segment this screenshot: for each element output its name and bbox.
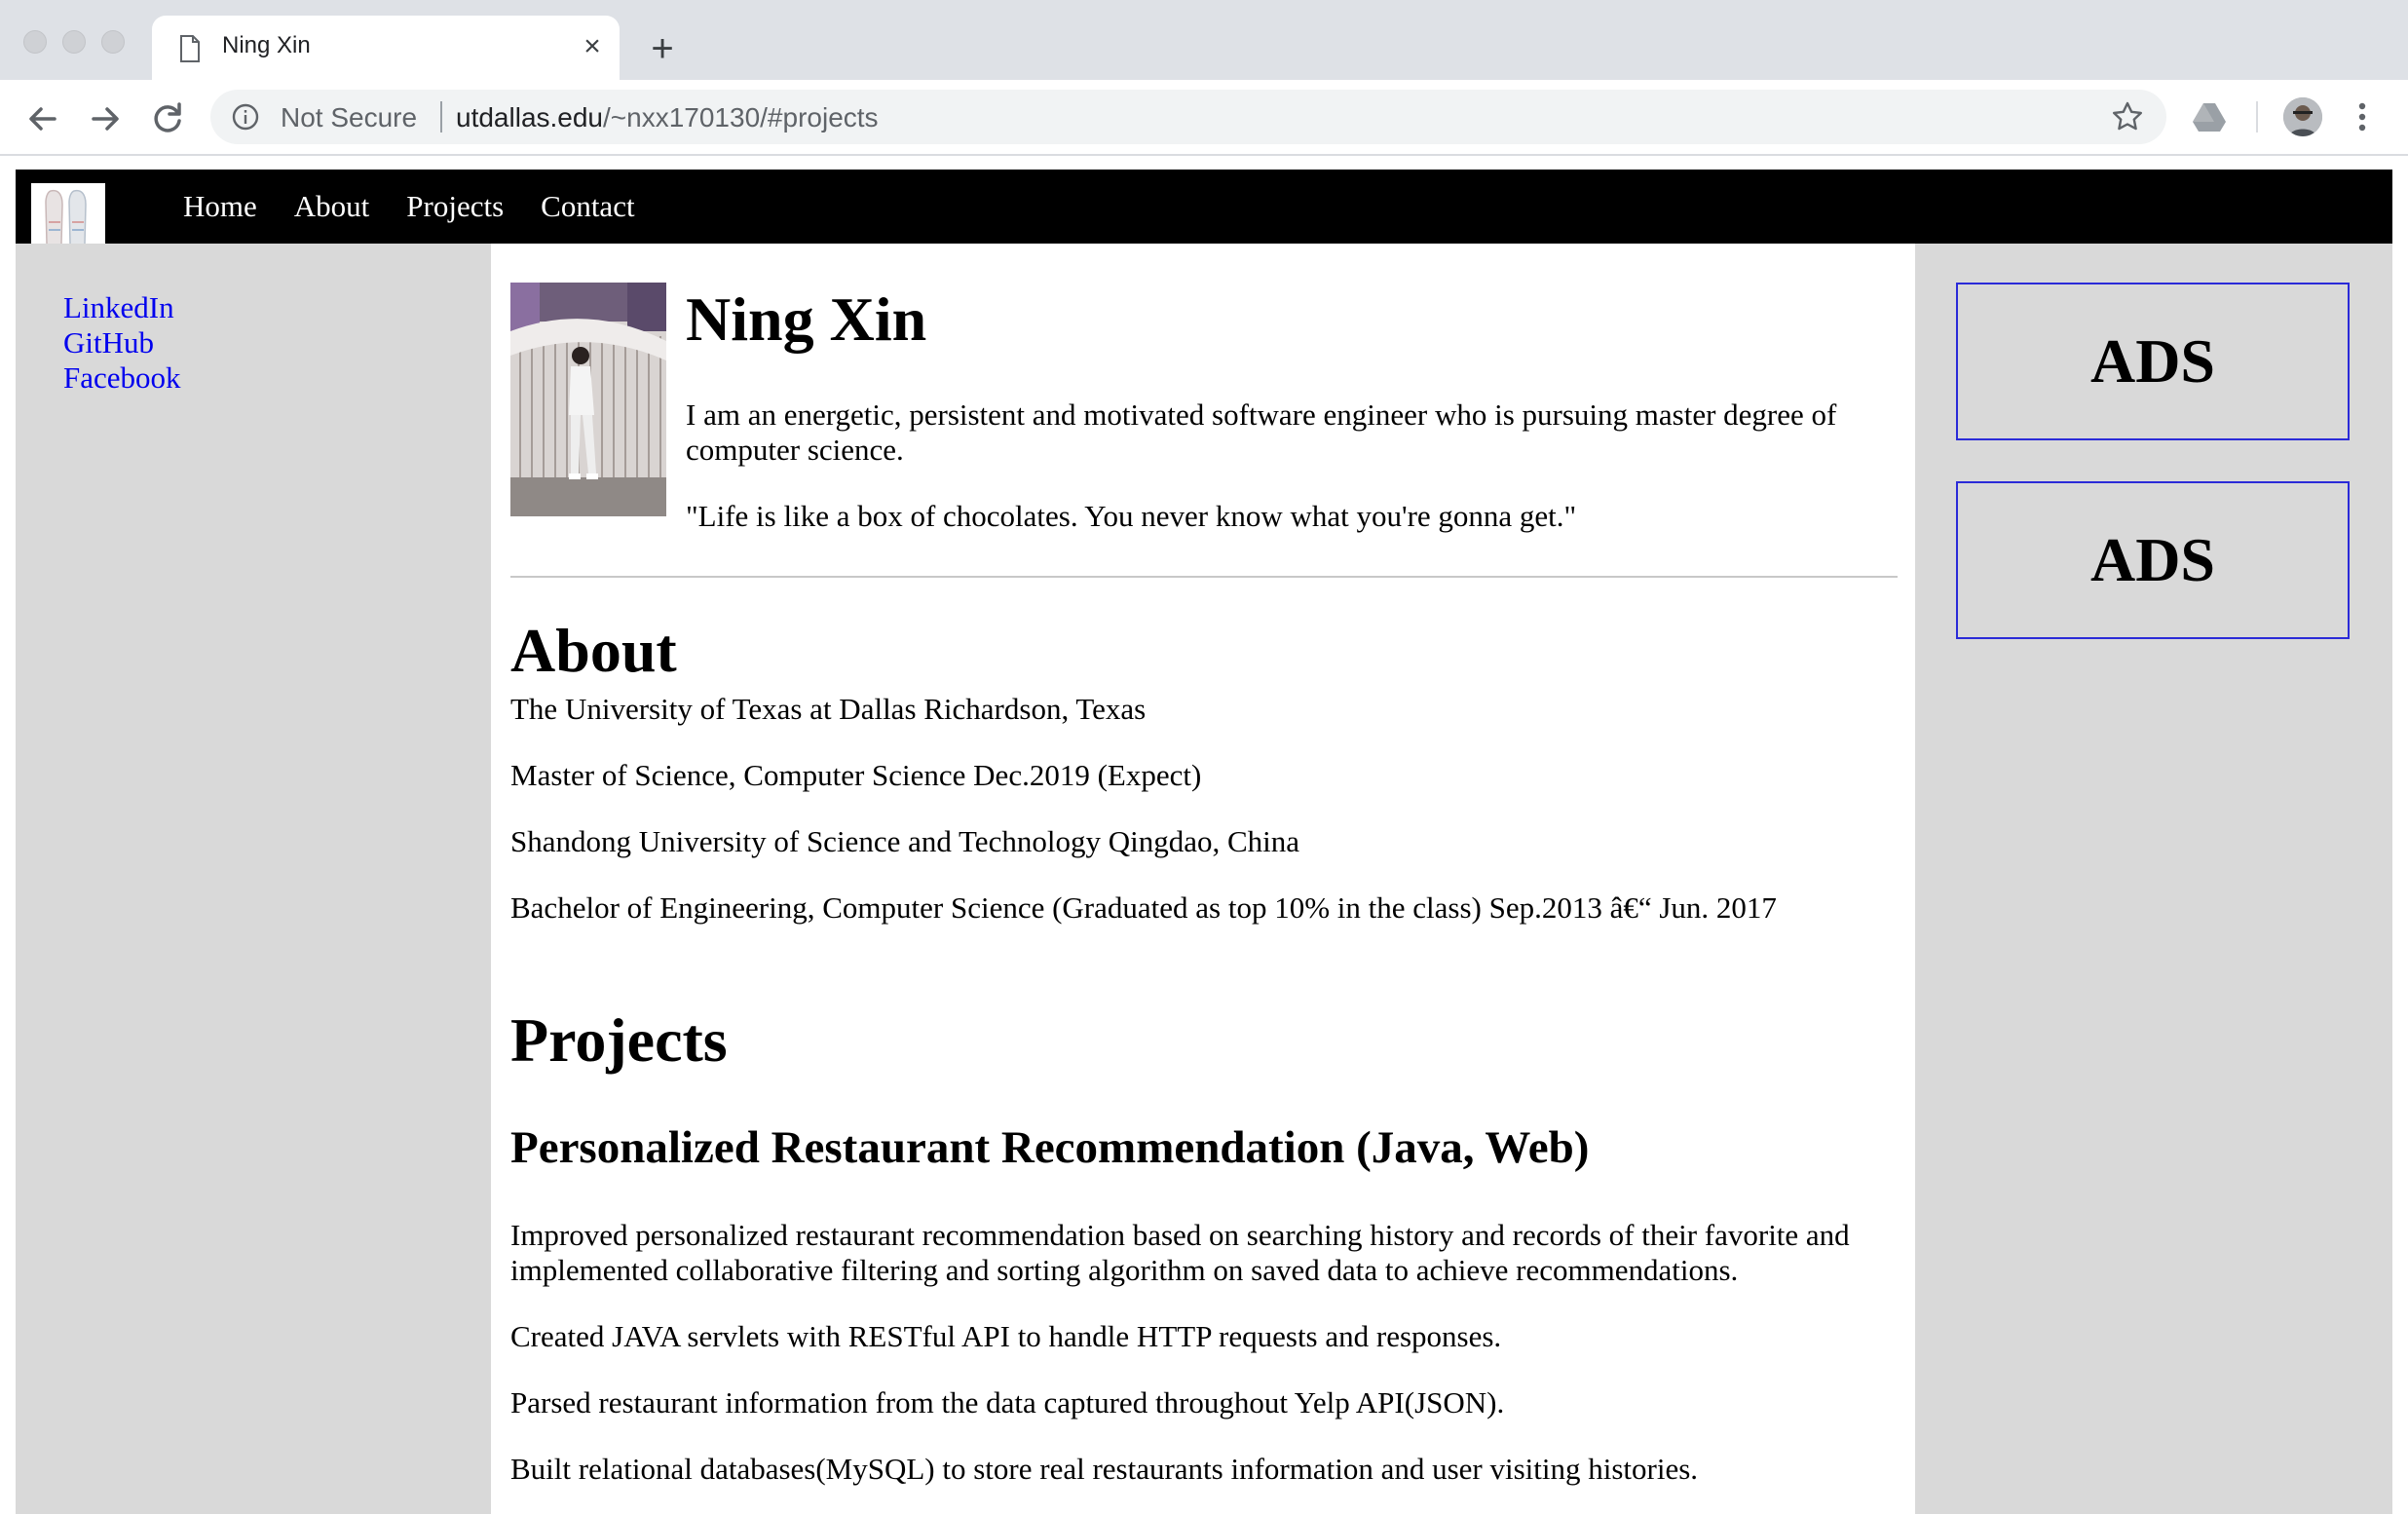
close-window-button[interactable] — [23, 30, 47, 54]
security-label: Not Secure — [281, 102, 418, 132]
nav-about[interactable]: About — [294, 187, 370, 226]
project-title: Personalized Restaurant Recommendation (… — [510, 1122, 1590, 1173]
project-description: Built relational databases(MySQL) to sto… — [510, 1452, 1699, 1486]
site-navbar: Home About Projects Contact — [16, 170, 2392, 257]
project-description: Parsed restaurant information from the d… — [510, 1385, 1505, 1419]
projects-heading: Projects — [510, 1005, 728, 1075]
project-description: Improved personalized restaurant recomme… — [510, 1218, 1850, 1287]
github-link[interactable]: GitHub — [63, 325, 181, 360]
profile-bio: I am an energetic, persistent and motiva… — [686, 397, 1837, 467]
profile-avatar[interactable] — [2283, 97, 2322, 136]
url-separator — [440, 101, 442, 132]
avatar-icon — [2283, 97, 2322, 136]
back-icon[interactable] — [19, 95, 66, 142]
bookmark-star-icon[interactable] — [2110, 99, 2145, 134]
browser-menu-icon[interactable] — [2348, 97, 2377, 136]
tab-strip: Ning Xin × + — [0, 0, 2408, 82]
maximize-window-button[interactable] — [101, 30, 125, 54]
ad-box[interactable]: ADS — [1956, 283, 2350, 440]
main-content: Ning Xin I am an energetic, persistent a… — [491, 244, 1915, 1514]
new-tab-button[interactable]: + — [639, 25, 686, 72]
url-path: /~nxx170130/#projects — [603, 102, 879, 132]
drive-extension-icon[interactable] — [2192, 99, 2227, 134]
education-line: The University of Texas at Dallas Richar… — [510, 692, 1147, 726]
profile-photo — [510, 283, 666, 516]
ad-box[interactable]: ADS — [1956, 481, 2350, 639]
profile-quote: "Life is like a box of chocolates. You n… — [686, 499, 1577, 533]
reload-icon[interactable] — [144, 95, 191, 142]
education-line: Bachelor of Engineering, Computer Scienc… — [510, 890, 1777, 925]
toolbar-divider — [2256, 101, 2258, 132]
nav-links: Home About Projects Contact — [183, 187, 672, 226]
linkedin-link[interactable]: LinkedIn — [63, 290, 181, 325]
right-sidebar: ADS ADS — [1915, 244, 2392, 1514]
nav-contact[interactable]: Contact — [541, 187, 634, 226]
about-heading: About — [510, 616, 677, 685]
nav-home[interactable]: Home — [183, 187, 257, 226]
education-line: Shandong University of Science and Techn… — [510, 824, 1299, 858]
tab-close-icon[interactable]: × — [573, 27, 612, 66]
minimize-window-button[interactable] — [62, 30, 86, 54]
info-icon[interactable] — [232, 103, 259, 131]
browser-toolbar: Not Secure utdallas.edu/~nxx170130/#proj… — [0, 80, 2408, 156]
document-icon — [180, 35, 200, 62]
social-links: LinkedIn GitHub Facebook — [63, 290, 181, 396]
facebook-link[interactable]: Facebook — [63, 360, 181, 396]
forward-icon[interactable] — [82, 95, 129, 142]
profile-name: Ning Xin — [686, 284, 927, 354]
page-viewport: Home About Projects Contact LinkedIn Git… — [0, 156, 2408, 1514]
project-description: Created JAVA servlets with RESTful API t… — [510, 1319, 1502, 1353]
tab-title: Ning Xin — [222, 32, 311, 58]
browser-tab[interactable]: Ning Xin × — [152, 16, 620, 82]
url-host: utdallas.edu — [456, 102, 604, 132]
profile-photo-image — [510, 283, 666, 516]
left-sidebar: LinkedIn GitHub Facebook — [16, 244, 491, 1514]
nav-projects[interactable]: Projects — [406, 187, 504, 226]
url-text[interactable]: utdallas.edu/~nxx170130/#projects — [456, 102, 879, 133]
education-line: Master of Science, Computer Science Dec.… — [510, 758, 1202, 792]
section-divider — [510, 576, 1898, 578]
address-bar[interactable]: Not Secure utdallas.edu/~nxx170130/#proj… — [210, 90, 2166, 144]
